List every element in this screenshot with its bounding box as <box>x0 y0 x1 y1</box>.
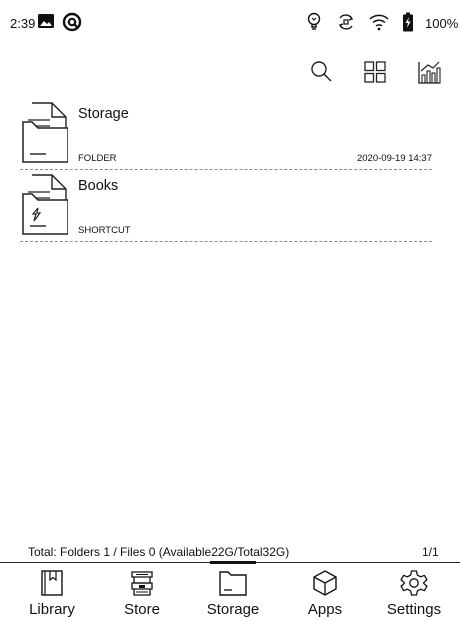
auto-rotate-icon <box>338 14 354 30</box>
nav-store[interactable]: Store <box>97 563 187 621</box>
item-name: Storage <box>78 106 129 122</box>
library-icon <box>41 570 63 596</box>
nav-label: Settings <box>386 601 442 618</box>
search-icon[interactable] <box>309 58 333 86</box>
frontlight-icon <box>307 12 321 30</box>
nav-library[interactable]: Library <box>7 563 97 621</box>
status-bar: 2:39 100% <box>0 0 460 44</box>
nav-label: Apps <box>307 601 343 618</box>
list-item-storage[interactable]: Storage FOLDER 2020-09-19 14:37 <box>20 100 432 170</box>
statistics-icon[interactable] <box>417 58 441 86</box>
list-item-books[interactable]: Books SHORTCUT <box>20 172 432 242</box>
battery-charging-icon <box>403 12 413 32</box>
image-notification-icon <box>38 14 54 28</box>
folder-icon <box>22 102 68 163</box>
active-tab-indicator <box>210 561 256 564</box>
settings-icon <box>400 570 428 596</box>
shortcut-folder-icon <box>22 174 68 235</box>
nav-apps[interactable]: Apps <box>280 563 370 621</box>
grid-view-icon[interactable] <box>363 58 387 86</box>
wifi-icon <box>369 14 389 31</box>
nav-settings[interactable]: Settings <box>369 563 459 621</box>
sync-notification-icon <box>62 12 82 32</box>
apps-icon <box>313 570 337 596</box>
item-type: FOLDER <box>78 153 117 164</box>
nav-label: Store <box>124 601 160 618</box>
item-date: 2020-09-19 14:37 <box>356 153 432 164</box>
storage-icon <box>219 571 247 596</box>
item-type: SHORTCUT <box>78 225 131 236</box>
nav-storage[interactable]: Storage <box>188 561 278 621</box>
store-icon <box>131 571 153 596</box>
page-indicator: 1/1 <box>422 545 439 559</box>
item-divider <box>20 241 432 242</box>
battery-percentage: 100% <box>425 16 459 31</box>
item-divider <box>20 169 432 170</box>
status-time: 2:39 <box>10 16 36 31</box>
item-name: Books <box>78 178 119 194</box>
nav-label: Storage <box>206 601 260 618</box>
nav-label: Library <box>29 601 75 618</box>
bottom-nav: Library Store Storage Apps Settings <box>0 561 460 621</box>
storage-summary: Total: Folders 1 / Files 0 (Available22G… <box>28 545 290 559</box>
